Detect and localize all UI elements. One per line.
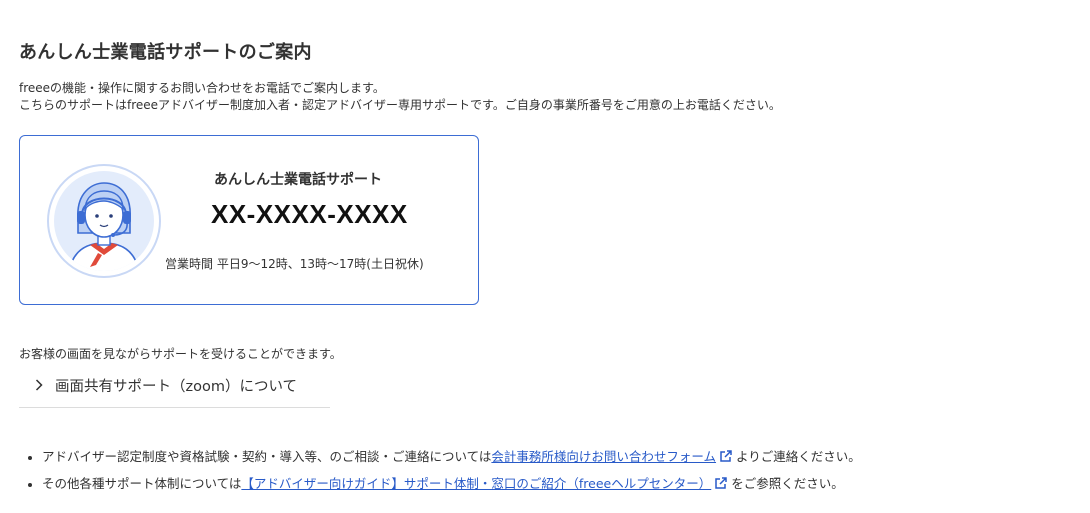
screen-share-description: お客様の画面を見ながらサポートを受けることができます。 xyxy=(19,347,342,361)
inquiry-form-link[interactable]: 会計事務所様向けお問い合わせフォーム xyxy=(491,449,716,464)
list-item: その他各種サポート体制については【アドバイザー向けガイド】サポート体制・窓口のご… xyxy=(23,474,861,501)
external-link-icon[interactable] xyxy=(714,476,728,490)
support-operator-icon xyxy=(47,164,161,278)
intro-line-1: freeeの機能・操作に関するお問い合わせをお電話でご案内します。 xyxy=(19,81,385,95)
screen-share-accordion[interactable]: 画面共有サポート（zoom）について xyxy=(19,366,330,408)
phone-support-card: あんしん士業電話サポート XX-XXXX-XXXX 営業時間 平日9〜12時、1… xyxy=(19,135,479,305)
notes-list: アドバイザー認定制度や資格試験・契約・導入等、のご相談・ご連絡については会計事務… xyxy=(23,447,861,501)
intro-text: freeeの機能・操作に関するお問い合わせをお電話でご案内します。 こちらのサポ… xyxy=(19,80,781,114)
note-2-suffix: をご参照ください。 xyxy=(731,476,844,491)
advisor-guide-link[interactable]: 【アドバイザー向けガイド】サポート体制・窓口のご紹介（freeeヘルプセンター） xyxy=(241,476,711,491)
screen-share-accordion-label: 画面共有サポート（zoom）について xyxy=(55,379,298,395)
support-phone-number: XX-XXXX-XXXX xyxy=(211,199,408,229)
list-item: アドバイザー認定制度や資格試験・契約・導入等、のご相談・ご連絡については会計事務… xyxy=(23,447,861,474)
support-page: あんしん士業電話サポートのご案内 freeeの機能・操作に関するお問い合わせをお… xyxy=(0,0,1090,513)
note-2-text: その他各種サポート体制については xyxy=(42,476,242,491)
page-title: あんしん士業電話サポートのご案内 xyxy=(19,42,312,63)
note-1-suffix: よりご連絡ください。 xyxy=(736,449,861,464)
intro-line-2: こちらのサポートはfreeeアドバイザー制度加入者・認定アドバイザー専用サポート… xyxy=(19,98,781,112)
support-name: あんしん士業電話サポート xyxy=(214,172,382,188)
business-hours: 営業時間 平日9〜12時、13時〜17時(土日祝休) xyxy=(165,257,424,271)
external-link-icon[interactable] xyxy=(719,449,733,463)
note-1-text: アドバイザー認定制度や資格試験・契約・導入等、のご相談・ご連絡については xyxy=(42,449,492,464)
chevron-right-icon xyxy=(35,379,43,391)
